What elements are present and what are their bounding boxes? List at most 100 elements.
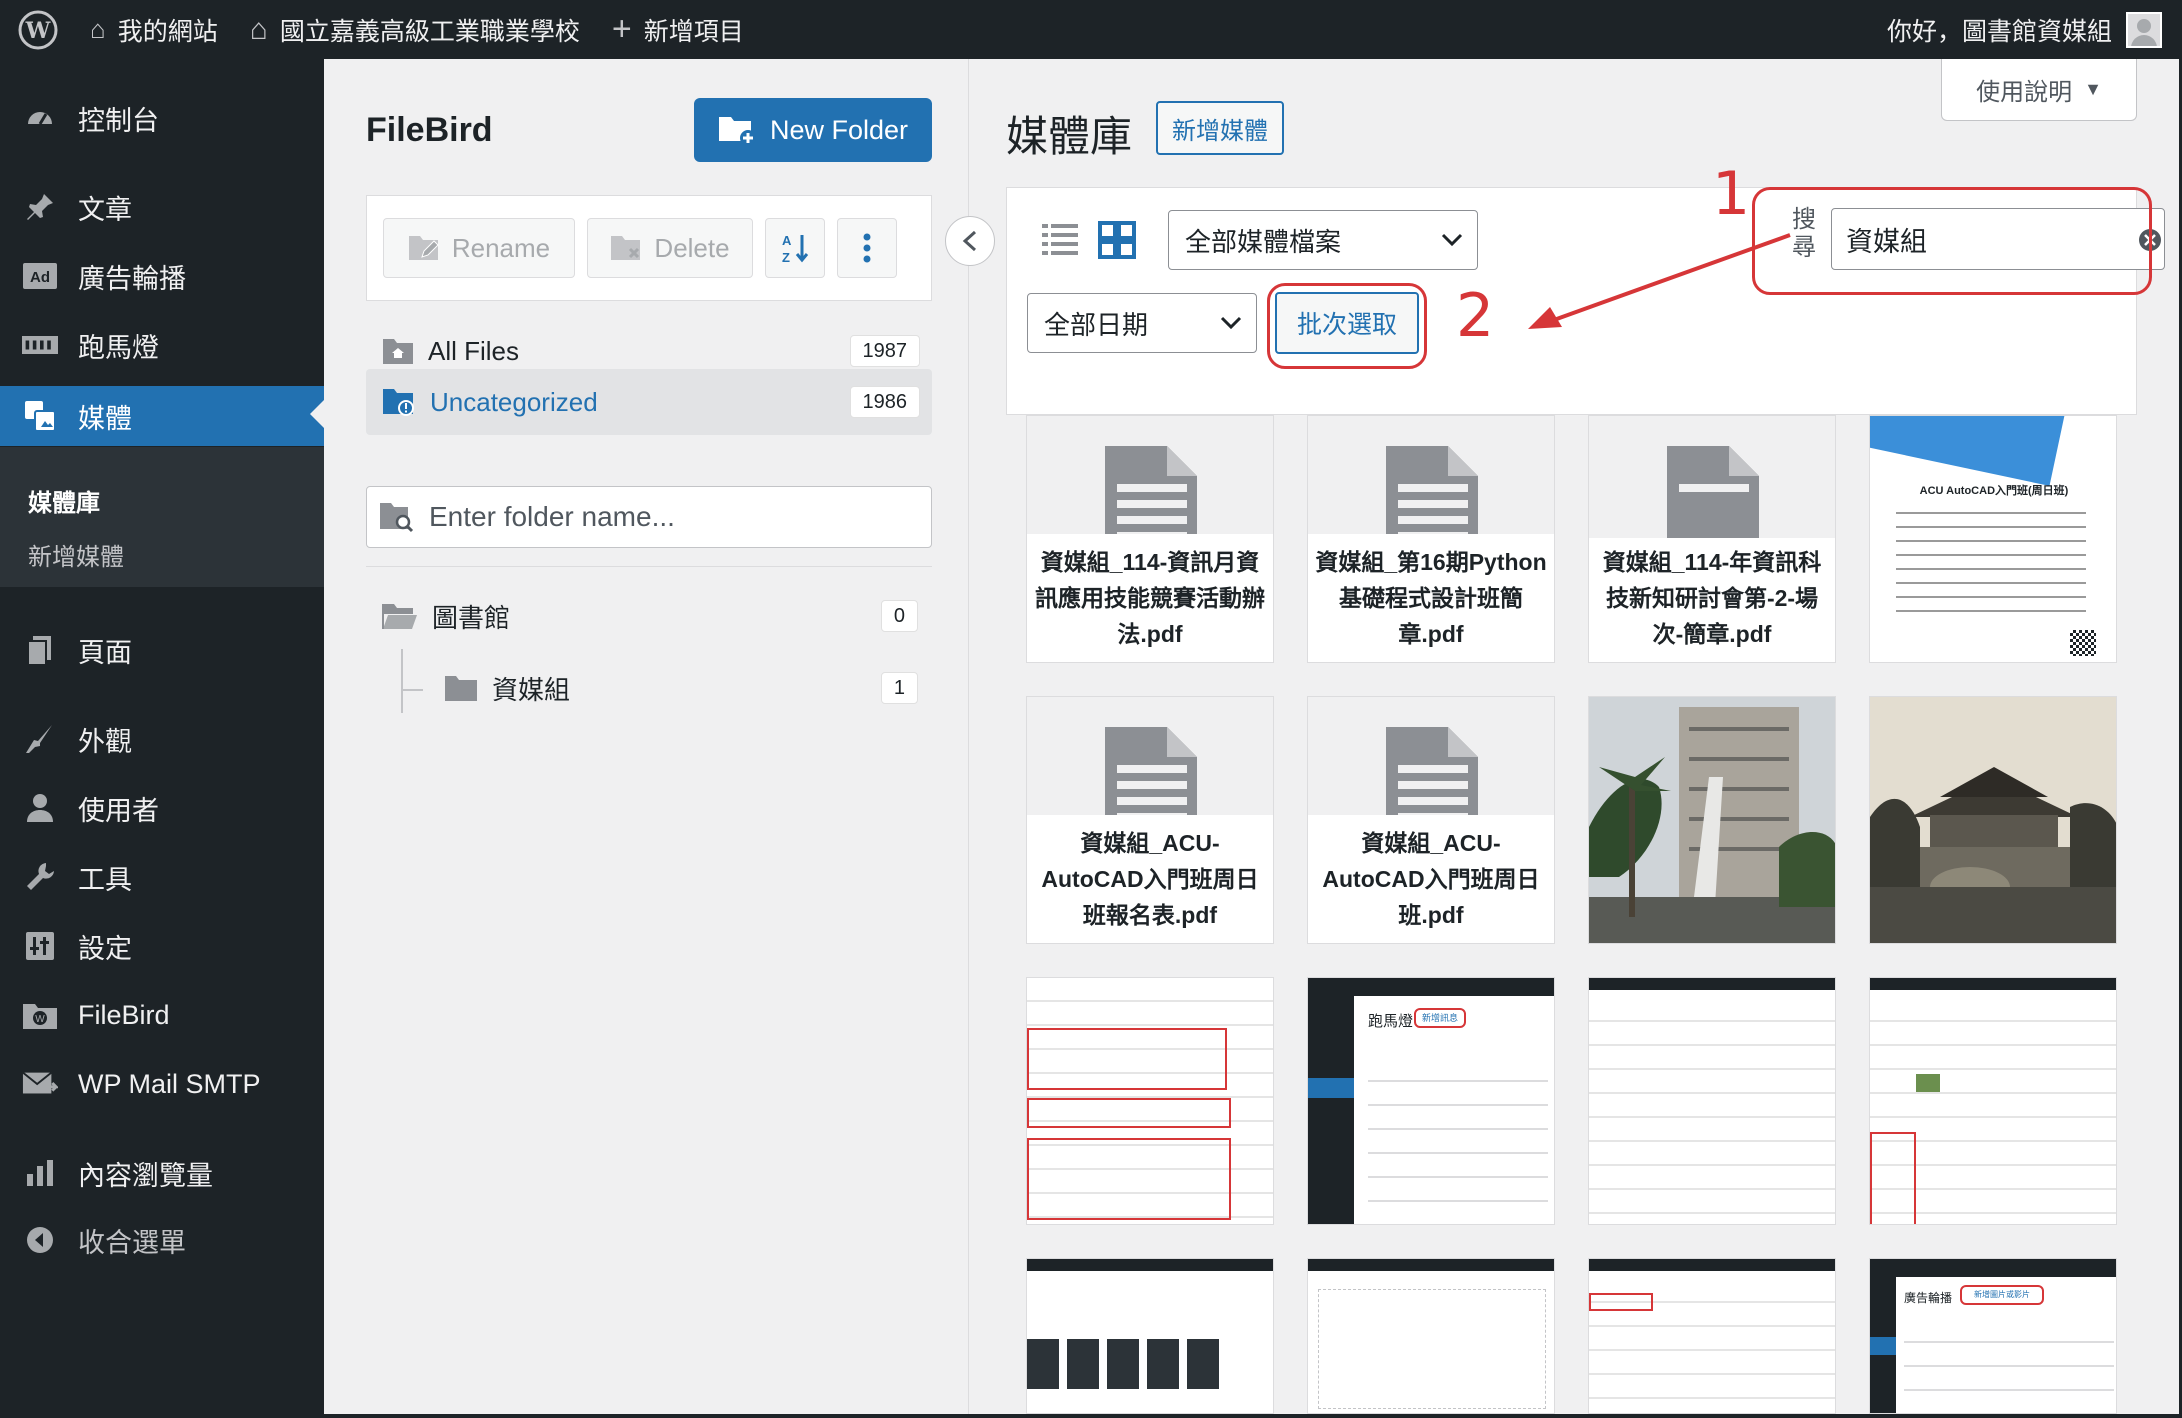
media-item-flyer[interactable]: ACU AutoCAD入門班(周日班) — [1869, 415, 2117, 663]
media-item[interactable]: 資媒組_114-資訊月資訊應用技能競賽活動辦法.pdf — [1026, 415, 1274, 663]
pin-icon — [22, 189, 58, 225]
sidebar-item-carousel[interactable]: Ad 廣告輪播 — [0, 248, 324, 304]
divider — [366, 566, 932, 567]
screenshot-header — [1027, 1259, 1273, 1271]
collapse-menu-button[interactable]: 收合選單 — [0, 1212, 324, 1268]
page-icon — [22, 632, 58, 668]
uncategorized-folder-icon — [383, 389, 414, 416]
sidebar-item-tools[interactable]: 工具 — [0, 849, 324, 905]
page-title: 媒體庫 — [1006, 113, 1133, 160]
submenu-add-media[interactable]: 新增媒體 — [28, 537, 124, 572]
media-item-screenshot[interactable] — [1307, 1258, 1555, 1414]
new-folder-button[interactable]: New Folder — [694, 98, 932, 162]
sidebar-item-label: 廣告輪播 — [78, 263, 186, 294]
sidebar-item-label: 跑馬燈 — [78, 332, 159, 363]
more-options-button[interactable] — [837, 218, 897, 278]
folder-name-input[interactable]: Enter folder name... — [366, 486, 932, 548]
list-view-icon[interactable] — [1041, 222, 1079, 263]
sidebar-item-pages[interactable]: 頁面 — [0, 622, 324, 678]
delete-button[interactable]: Delete — [587, 218, 753, 278]
my-sites-menu[interactable]: ⌂ 我的網站 — [74, 0, 234, 59]
sidebar-item-label: 工具 — [78, 864, 132, 895]
media-item[interactable]: 資媒組_ACU-AutoCAD入門班周日班.pdf — [1307, 696, 1555, 944]
screenshot-red-box — [1027, 1028, 1227, 1090]
media-item-filename: 資媒組_114-年資訊科技新知研討會第-2-場次-簡章.pdf — [1589, 538, 1835, 662]
media-item-screenshot[interactable] — [1588, 977, 1836, 1225]
sidebar-item-page-views[interactable]: 內容瀏覽量 — [0, 1145, 324, 1201]
sidebar-item-label: 控制台 — [78, 105, 159, 136]
media-item-screenshot[interactable] — [1026, 1258, 1274, 1414]
site-name-menu[interactable]: ⌂ 國立嘉義高級工業職業學校 — [234, 0, 596, 59]
screenshot-header — [1870, 1259, 2116, 1277]
screenshot-red-box — [1589, 1293, 1653, 1311]
avatar — [2126, 11, 2162, 48]
all-files-count: 1987 — [849, 335, 920, 367]
admin-bar: W ⌂ 我的網站 ⌂ 國立嘉義高級工業職業學校 + 新增項目 你好，圖書館資媒組 — [0, 0, 2182, 59]
new-folder-icon — [718, 117, 756, 146]
screenshot-thumbnail — [1916, 1074, 1940, 1092]
media-item-photo-building[interactable] — [1588, 696, 1836, 944]
help-label: 使用說明 — [1976, 79, 2073, 106]
media-item[interactable]: 資媒組_第16期Python基礎程式設計班簡章.pdf — [1307, 415, 1555, 663]
settings-icon — [22, 928, 58, 964]
sidebar-item-dashboard[interactable]: 控制台 — [0, 90, 324, 146]
sidebar-item-filebird[interactable]: W FileBird — [0, 987, 324, 1043]
sidebar-item-wp-mail-smtp[interactable]: WP Mail SMTP — [0, 1056, 324, 1112]
media-item-screenshot[interactable]: 廣告輪播 新增圖片或影片 — [1869, 1258, 2117, 1414]
sidebar-item-label: FileBird — [78, 999, 170, 1030]
media-item-filename: 資媒組_114-資訊月資訊應用技能競賽活動辦法.pdf — [1027, 534, 1273, 662]
folder-item-library[interactable]: 圖書館 0 — [366, 586, 932, 646]
date-filter-select[interactable]: 全部日期 — [1027, 293, 1257, 353]
site-name-label: 國立嘉義高級工業職業學校 — [279, 17, 580, 46]
rename-label: Rename — [451, 232, 551, 263]
sidebar-item-appearance[interactable]: 外觀 — [0, 711, 324, 767]
new-content-menu[interactable]: + 新增項目 — [596, 0, 760, 59]
uncategorized-item[interactable]: Uncategorized 1986 — [366, 369, 932, 435]
media-item[interactable]: 資媒組_ACU-AutoCAD入門班周日班報名表.pdf — [1026, 696, 1274, 944]
sidebar-item-users[interactable]: 使用者 — [0, 780, 324, 836]
screenshot-lines — [1904, 1319, 2114, 1413]
filebird-panel: FileBird New Folder Rename Delete AZ All… — [324, 59, 995, 1418]
sidebar-item-label: 設定 — [78, 933, 132, 964]
svg-text:W: W — [25, 18, 51, 44]
folder-item-media-group[interactable]: 資媒組 1 — [428, 658, 932, 718]
media-type-value: 全部媒體檔案 — [1185, 226, 1342, 257]
sidebar-item-posts[interactable]: 文章 — [0, 179, 324, 235]
media-item-screenshot[interactable] — [1026, 977, 1274, 1225]
sidebar-item-label: 外觀 — [78, 726, 132, 757]
search-highlight-box — [1752, 187, 2152, 295]
sidebar-item-settings[interactable]: 設定 — [0, 918, 324, 974]
media-item-screenshot[interactable]: 跑馬燈 新增訊息 — [1307, 977, 1555, 1225]
screenshot-sidebar — [1308, 978, 1354, 1224]
new-folder-label: New Folder — [769, 114, 909, 145]
building-photo — [1589, 697, 1835, 943]
new-content-label: 新增項目 — [643, 17, 744, 46]
media-type-select[interactable]: 全部媒體檔案 — [1168, 210, 1478, 270]
triangle-down-icon: ▼ — [2084, 79, 2102, 99]
account-menu[interactable]: 你好，圖書館資媒組 — [1887, 11, 2182, 48]
add-media-button[interactable]: 新增媒體 — [1156, 101, 1284, 155]
sidebar-item-label: 頁面 — [78, 637, 132, 668]
media-item[interactable]: 資媒組_114-年資訊科技新知研討會第-2-場次-簡章.pdf — [1588, 415, 1836, 663]
rename-button[interactable]: Rename — [383, 218, 575, 278]
ad-icon: Ad — [22, 258, 58, 294]
svg-text:Ad: Ad — [30, 269, 50, 286]
search-folder-icon — [380, 503, 414, 533]
screenshot-lines — [1368, 1058, 1548, 1218]
screenshot-red-box: 新增圖片或影片 — [1960, 1285, 2044, 1305]
screenshot-upload-area — [1318, 1289, 1546, 1409]
grid-view-icon[interactable] — [1097, 220, 1137, 265]
submenu-media-library[interactable]: 媒體庫 — [28, 483, 100, 518]
svg-text:Z: Z — [782, 250, 790, 265]
help-tab[interactable]: 使用說明 ▼ — [1941, 59, 2137, 121]
media-item-screenshot[interactable] — [1588, 1258, 1836, 1414]
sort-button[interactable]: AZ — [765, 218, 825, 278]
sidebar-item-label: 使用者 — [78, 795, 159, 826]
sidebar-item-media[interactable]: 媒體 — [0, 386, 324, 446]
sidebar-item-marquee[interactable]: 跑馬燈 — [0, 317, 324, 373]
historic-photo — [1870, 697, 2116, 943]
my-sites-icon: ⌂ — [90, 14, 106, 44]
media-item-screenshot[interactable] — [1869, 977, 2117, 1225]
wordpress-logo-icon[interactable]: W — [0, 0, 74, 59]
media-item-photo-historic[interactable] — [1869, 696, 2117, 944]
